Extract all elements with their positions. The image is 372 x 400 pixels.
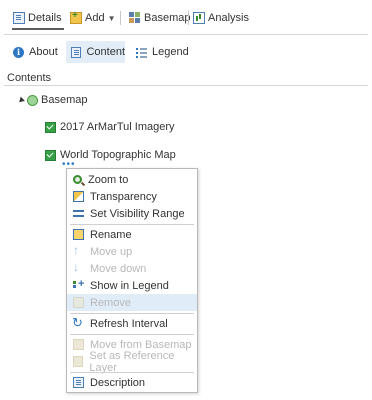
legend-icon xyxy=(136,47,147,58)
details-label: Details xyxy=(28,12,62,24)
add-icon xyxy=(70,10,82,24)
tab-content-label: Content xyxy=(86,46,125,58)
basemap-group[interactable]: Basemap xyxy=(17,93,88,107)
menu-item-label: Remove xyxy=(90,296,131,309)
layer-visibility-checkbox[interactable] xyxy=(45,149,56,161)
analysis-button[interactable]: Analysis xyxy=(193,10,249,26)
basemap-label: Basemap xyxy=(144,12,191,24)
tab-content[interactable]: Content xyxy=(66,41,125,63)
chevron-down-icon: ▼ xyxy=(107,13,116,23)
layer-item[interactable]: 2017 ArMarTul Imagery xyxy=(45,120,175,134)
description-icon xyxy=(73,377,84,388)
layer-label: World Topographic Map xyxy=(60,149,176,161)
toolbar-divider xyxy=(188,11,189,25)
contents-heading: Contents xyxy=(7,72,52,84)
menu-item-label: Move up xyxy=(90,245,133,258)
tab-about-label: About xyxy=(29,46,58,58)
reference-layer-icon xyxy=(73,356,84,367)
analysis-label: Analysis xyxy=(208,12,249,24)
move-from-basemap-icon xyxy=(73,339,84,350)
details-icon xyxy=(13,12,25,24)
menu-item-label: Show in Legend xyxy=(90,279,169,292)
add-label: Add xyxy=(85,12,105,24)
menu-item-label: Set as Reference Layer xyxy=(89,349,175,374)
contents-divider xyxy=(4,85,368,86)
visibility-range-icon xyxy=(73,208,84,219)
menu-item-refresh-interval[interactable]: Refresh Interval xyxy=(67,315,197,332)
tab-legend-label: Legend xyxy=(152,46,189,58)
toolbar-divider-line xyxy=(4,34,368,35)
expand-triangle-icon[interactable] xyxy=(17,96,25,104)
move-down-icon xyxy=(73,260,84,274)
menu-item-label: Transparency xyxy=(90,190,157,203)
remove-icon xyxy=(73,297,84,308)
menu-item-remove: Remove xyxy=(67,294,197,311)
menu-item-zoom-to[interactable]: Zoom to xyxy=(67,171,197,188)
more-options-icon[interactable]: ••• xyxy=(62,160,75,170)
show-in-legend-icon xyxy=(73,278,84,291)
menu-item-move-down: Move down xyxy=(67,260,197,277)
menu-separator xyxy=(70,313,194,314)
menu-item-label: Rename xyxy=(90,228,132,241)
menu-item-description[interactable]: Description xyxy=(67,374,197,391)
menu-item-label: Description xyxy=(90,376,146,389)
add-button[interactable]: Add ▼ xyxy=(70,10,116,26)
menu-item-set-as-reference-layer: Set as Reference Layer xyxy=(67,350,197,374)
refresh-icon xyxy=(72,315,84,331)
menu-item-label: Move down xyxy=(90,262,147,275)
top-toolbar: Details Add ▼ Basemap Analysis xyxy=(0,0,372,35)
globe-icon xyxy=(27,94,38,106)
info-icon: i xyxy=(13,46,24,58)
layer-label: 2017 ArMarTul Imagery xyxy=(60,121,175,133)
zoom-to-icon xyxy=(73,175,82,184)
menu-item-show-in-legend[interactable]: Show in Legend xyxy=(67,277,197,294)
menu-separator xyxy=(70,372,194,373)
content-icon xyxy=(71,46,82,58)
details-button[interactable]: Details xyxy=(13,10,62,26)
transparency-icon xyxy=(73,191,84,202)
menu-item-label: Set Visibility Range xyxy=(90,207,185,220)
menu-item-move-up: Move up xyxy=(67,243,197,260)
analysis-icon xyxy=(193,12,205,24)
menu-separator xyxy=(70,334,194,335)
move-up-icon xyxy=(73,243,84,257)
details-active-indicator xyxy=(12,28,64,30)
rename-icon xyxy=(73,229,84,240)
layer-visibility-checkbox[interactable] xyxy=(45,121,56,133)
basemap-group-label: Basemap xyxy=(41,94,88,106)
tab-legend[interactable]: Legend xyxy=(136,41,189,63)
basemap-button[interactable]: Basemap xyxy=(129,10,190,26)
tab-about[interactable]: i About xyxy=(13,41,58,63)
toolbar-divider xyxy=(120,11,121,25)
menu-item-label: Zoom to xyxy=(88,173,129,186)
menu-separator xyxy=(70,224,194,225)
layer-context-menu: Zoom to Transparency Set Visibility Rang… xyxy=(66,168,198,393)
basemap-icon xyxy=(129,12,141,24)
menu-item-transparency[interactable]: Transparency xyxy=(67,188,197,205)
menu-item-set-visibility-range[interactable]: Set Visibility Range xyxy=(67,205,197,222)
menu-item-label: Refresh Interval xyxy=(90,317,168,330)
menu-item-rename[interactable]: Rename xyxy=(67,226,197,243)
